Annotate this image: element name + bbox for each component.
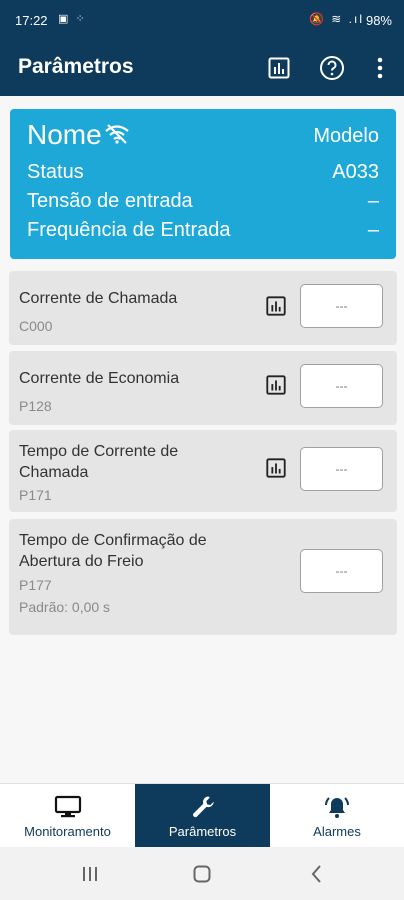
nav-parameters[interactable]: Parâmetros [135,784,270,848]
parameter-chart-icon[interactable] [265,457,287,479]
input-frequency-value: – [367,219,379,241]
parameter-card[interactable]: Corrente de Chamada C000 --- [9,271,397,345]
nav-label: Parâmetros [168,824,237,839]
nav-alarms[interactable]: Alarmes [270,784,404,848]
parameter-value-field[interactable]: --- [300,549,383,593]
battery-level: 98% [365,13,392,28]
parameter-value-field[interactable]: --- [300,447,383,491]
help-icon[interactable] [318,54,346,82]
nav-label: Monitoramento [24,824,111,839]
parameter-card[interactable]: Tempo de Corrente de Chamada P171 --- [9,430,397,512]
status-bar: 17:22 ▣ ⁘ 🔕 ≋ .ıl 98% [0,0,404,40]
parameter-value-field[interactable]: --- [300,364,383,408]
parameter-card[interactable]: Corrente de Economia P128 --- [9,351,397,425]
parameter-code: P177 [19,577,52,593]
system-navigation-bar [0,847,404,900]
page-title: Parâmetros [18,55,134,78]
device-name: Nome [27,119,102,150]
wrench-icon [189,794,217,820]
monitor-icon [54,794,82,820]
app-bar: Parâmetros [0,40,404,96]
chart-icon[interactable] [265,54,293,82]
more-options-icon[interactable] [366,54,394,82]
home-icon[interactable] [187,861,217,887]
parameter-chart-icon[interactable] [265,295,287,317]
parameter-code: C000 [19,318,53,334]
system-status-icons: 🔕 ≋ .ıl [309,12,364,26]
wifi-off-icon [104,123,130,150]
recent-apps-icon[interactable] [75,861,105,887]
nav-monitoring[interactable]: Monitoramento [0,784,135,848]
notification-icons: ▣ ⁘ [58,13,87,25]
input-voltage-label: Tensão de entrada [27,190,193,212]
bottom-navigation: Monitoramento Parâmetros Alarmes [0,783,404,848]
input-frequency-label: Frequência de Entrada [27,219,231,241]
nav-label: Alarmes [313,824,361,839]
status-label: Status [27,161,84,183]
status-time: 17:22 [15,13,48,28]
parameter-name: Tempo de Corrente de Chamada [19,443,179,481]
parameter-chart-icon[interactable] [265,374,287,396]
alarm-icon [323,794,351,820]
parameter-name: Tempo de Confirmação de Abertura do Frei… [19,532,207,570]
status-value: A033 [332,161,379,183]
parameter-card[interactable]: Tempo de Confirmação de Abertura do Frei… [9,519,397,635]
parameter-default: Padrão: 0,00 s [19,599,111,615]
input-voltage-value: – [367,190,379,212]
model-label: Modelo [313,125,379,147]
device-info-card: Nome Modelo Status A033 Tensão de entrad… [10,109,396,259]
parameter-code: P128 [19,398,52,414]
back-icon[interactable] [302,861,332,887]
parameter-code: P171 [19,487,52,503]
parameter-name: Corrente de Economia [19,370,180,387]
parameter-name: Corrente de Chamada [19,290,178,307]
parameter-value-field[interactable]: --- [300,284,383,328]
